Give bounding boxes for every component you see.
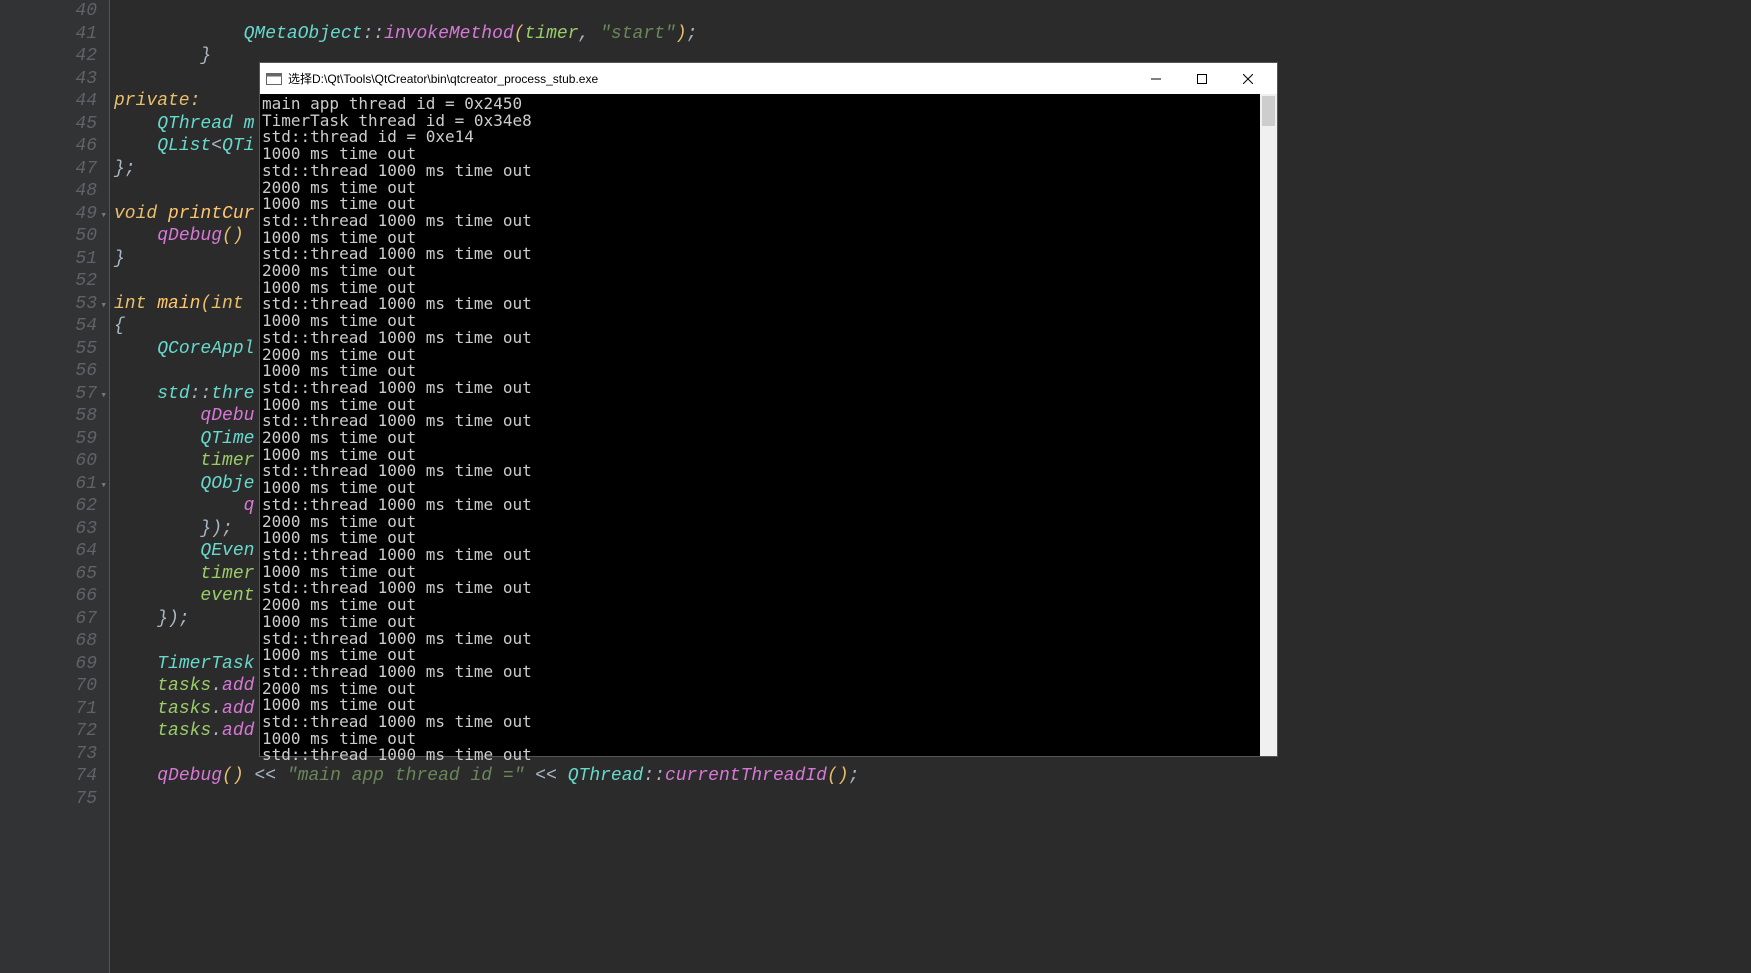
line-number: 72	[29, 720, 97, 743]
fold-icon[interactable]: ▾	[100, 475, 107, 498]
console-window-icon	[266, 71, 282, 87]
scrollbar-thumb[interactable]	[1262, 96, 1275, 126]
code-line[interactable]	[114, 0, 1751, 23]
line-number: 61▾	[29, 473, 97, 496]
line-number: 60	[29, 450, 97, 473]
line-number: 53▾	[29, 293, 97, 316]
minimize-button[interactable]	[1133, 63, 1179, 94]
line-number: 71	[29, 698, 97, 721]
fold-icon[interactable]: ▾	[100, 205, 107, 228]
console-window: 选择D:\Qt\Tools\QtCreator\bin\qtcreator_pr…	[259, 62, 1278, 757]
fold-icon[interactable]: ▾	[100, 295, 107, 318]
code-line[interactable]: qDebug() << "main app thread id =" << QT…	[114, 765, 1751, 788]
line-number: 70	[29, 675, 97, 698]
line-number: 46	[29, 135, 97, 158]
line-number: 56	[29, 360, 97, 383]
line-number: 59	[29, 428, 97, 451]
line-number: 47	[29, 158, 97, 181]
line-number: 50	[29, 225, 97, 248]
line-number: 52	[29, 270, 97, 293]
line-number: 55	[29, 338, 97, 361]
close-button[interactable]	[1225, 63, 1271, 94]
maximize-button[interactable]	[1179, 63, 1225, 94]
line-number: 63	[29, 518, 97, 541]
line-number: 49▾	[29, 203, 97, 226]
line-number: 57▾	[29, 383, 97, 406]
console-titlebar[interactable]: 选择D:\Qt\Tools\QtCreator\bin\qtcreator_pr…	[260, 63, 1277, 94]
line-number: 48	[29, 180, 97, 203]
code-line[interactable]	[114, 788, 1751, 811]
line-number: 73	[29, 743, 97, 766]
console-title: 选择D:\Qt\Tools\QtCreator\bin\qtcreator_pr…	[288, 70, 598, 87]
line-number: 67	[29, 608, 97, 631]
line-number: 66	[29, 585, 97, 608]
line-number: 75	[29, 788, 97, 811]
line-number: 69	[29, 653, 97, 676]
line-number: 74	[29, 765, 97, 788]
line-number: 62	[29, 495, 97, 518]
line-number: 51	[29, 248, 97, 271]
code-line[interactable]: QMetaObject::invokeMethod(timer, "start"…	[114, 23, 1751, 46]
console-scrollbar[interactable]	[1260, 94, 1277, 756]
line-number: 41	[29, 23, 97, 46]
line-number: 64	[29, 540, 97, 563]
line-number: 68	[29, 630, 97, 653]
line-number: 54	[29, 315, 97, 338]
line-number: 58	[29, 405, 97, 428]
fold-icon[interactable]: ▾	[100, 385, 107, 408]
line-number: 44	[29, 90, 97, 113]
line-number: 65	[29, 563, 97, 586]
line-number: 43	[29, 68, 97, 91]
line-number: 40	[29, 0, 97, 23]
editor-sidebar	[0, 0, 29, 973]
line-number: 42	[29, 45, 97, 68]
console-output[interactable]: main app thread id = 0x2450 TimerTask th…	[260, 94, 1260, 756]
line-number-gutter: 40414243444546474849▾50515253▾54555657▾5…	[29, 0, 110, 973]
line-number: 45	[29, 113, 97, 136]
